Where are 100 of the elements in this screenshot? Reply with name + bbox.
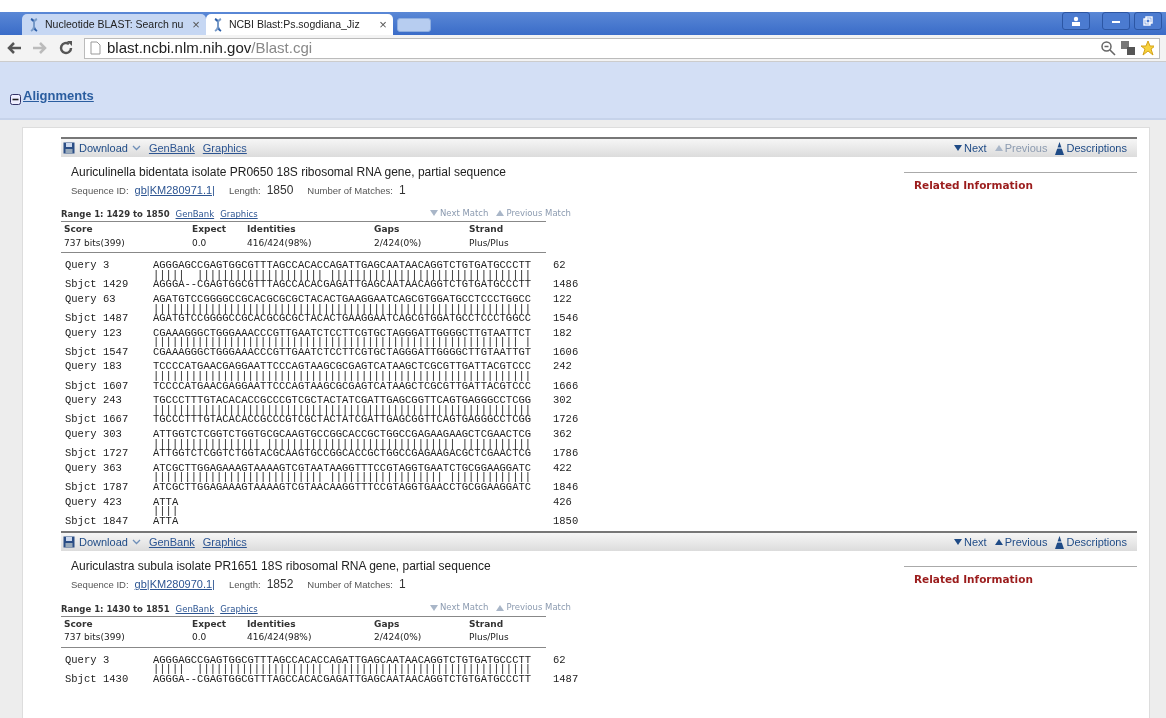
nav-link[interactable]: Previous [994, 534, 1048, 551]
caret-icon[interactable] [131, 145, 141, 151]
row-label: Query [65, 430, 98, 440]
sequence: TCCCCATGAACGAGGAATTCCCAGTAAGCGCGAGTCATAAGCTCGCGTTGATTACGTCCC [153, 381, 533, 392]
link[interactable]: Graphics [202, 139, 247, 157]
table-cell-text: 737 bits(399) [64, 236, 126, 250]
caret-icon[interactable] [131, 539, 141, 546]
position: 122 [553, 294, 572, 305]
translate-icon[interactable] [1120, 40, 1136, 56]
column-header: Identities [247, 617, 297, 631]
link[interactable]: GenBank [148, 139, 195, 157]
position: 123 [103, 328, 123, 339]
sequence: ATTGGTCTCGGTCTGGTACGCAAGTGCCGGCACCGCTGGCCGAGAAGACGCTCGAACTCG [153, 449, 533, 459]
label: Sequence ID: [71, 578, 129, 593]
browser-tab[interactable]: Nucleotide BLAST: Search nu × [22, 14, 206, 35]
new-tab-button[interactable] [396, 18, 431, 32]
nav-link: Next Match [430, 601, 489, 615]
download-menu[interactable]: Download [79, 534, 128, 551]
match-line: |||||||||||||||||||||||||||||||||||||||||||||||||||||||||||| [153, 372, 533, 382]
zoom-icon[interactable] [1100, 40, 1116, 56]
column-header: Strand [469, 617, 505, 631]
link[interactable]: GenBank [175, 602, 215, 616]
table-cell-text: 2/424(0%) [374, 236, 423, 250]
up-arrow-icon [1055, 141, 1065, 155]
link[interactable]: GenBank [175, 208, 215, 222]
row-label: Sbjct [65, 347, 98, 358]
position: 1487 [553, 674, 579, 685]
table-cell-text: 416/424(98%) [247, 631, 313, 644]
link[interactable]: Graphics [220, 602, 258, 616]
position: 1547 [103, 347, 130, 358]
descriptions-link[interactable]: Descriptions [1055, 534, 1127, 551]
label: Sequence ID: [71, 184, 129, 198]
back-icon[interactable] [6, 41, 22, 55]
url-text: blast.ncbi.nlm.nih.gov/Blast.cgi [107, 37, 313, 58]
row-label: Sbjct [65, 415, 98, 426]
position: 363 [103, 463, 123, 474]
row-label: Sbjct [65, 449, 98, 459]
collapse-icon[interactable] [10, 94, 21, 105]
position: 1726 [553, 415, 579, 426]
link[interactable]: Graphics [220, 208, 258, 222]
row-label: Sbjct [65, 314, 98, 324]
value: 1852 [266, 576, 294, 594]
column-header: Expect [192, 617, 228, 631]
position: 1607 [103, 381, 130, 392]
position: 302 [553, 396, 572, 406]
table-cell-text: 0.0 [192, 631, 208, 644]
download-menu[interactable]: Download [79, 139, 128, 157]
label: Length: [228, 578, 261, 593]
label: Number of Matches: [307, 578, 393, 593]
browser-tab[interactable]: NCBI Blast:Ps.sogdiana_Jiz × [205, 14, 393, 35]
sequence: TGCCCTTTGTACACACCGCCCGTCGCTACTATCGATTGAGCGGTTCAGTGAGGGCCTCGG [153, 396, 533, 406]
label: Length: [228, 184, 261, 198]
match-line: |||||||||||||||||||||||||||||||||||||||||||||||||||||||||| | [153, 338, 533, 348]
row-label: Query [65, 294, 98, 305]
row-label: Query [65, 396, 98, 406]
position: 63 [103, 294, 117, 305]
link[interactable]: GenBank [148, 534, 195, 551]
link[interactable]: Graphics [202, 534, 247, 551]
sequence: CGAAAGGGCTGGGAAACCCGTTGAATCTCCTTCGTGCTAGGGATTGGGGCTTGTAATTGT [153, 347, 533, 358]
nav-link[interactable]: Next [954, 139, 987, 157]
tab-title: NCBI Blast:Ps.sogdiana_Jiz [228, 16, 360, 32]
descriptions-link[interactable]: Descriptions [1055, 139, 1127, 157]
star-icon[interactable] [1140, 40, 1154, 56]
match-line: |||||||||||||||||||||||||||||||||||||||||||||||||||||||||||| [153, 405, 533, 416]
restore-button[interactable] [1134, 12, 1162, 30]
position: 1546 [553, 314, 579, 324]
sequence-id-link[interactable]: gb|KM280971.1| [134, 182, 215, 199]
sequence-id-link[interactable]: gb|KM280970.1| [134, 576, 215, 593]
address-bar[interactable]: blast.ncbi.nlm.nih.gov/Blast.cgi [84, 37, 1160, 59]
sequence: ATCGCTTGGAGAAAGTAAAAGTCGTAACAAGGTTTCCGTAGGTGAACCTGCGGAAGGATC [153, 483, 533, 493]
table-cell-text: Plus/Plus [469, 236, 510, 250]
reload-icon[interactable] [58, 40, 74, 56]
position: 183 [103, 362, 123, 373]
match-line: ||||||||||||||||||||||||||| |||||||||||||||||| ||||||||||||| [153, 473, 533, 483]
position: 362 [553, 430, 572, 440]
column-header: Gaps [374, 617, 401, 631]
value: 1850 [266, 182, 294, 199]
close-button[interactable]: × [375, 14, 387, 35]
page-icon [90, 41, 101, 55]
down-arrow-icon [430, 603, 438, 612]
up-arrow-icon [496, 209, 505, 218]
row-label: Sbjct [65, 674, 98, 685]
sequence: AGGGAGCCGAGTGGCGTTTAGCCACACCAGATTGAGCAATAACAGGTCTGTGATGCCCTT [153, 261, 533, 271]
profile-button[interactable] [1062, 12, 1090, 30]
position: 1787 [103, 483, 130, 493]
label: Number of Matches: [307, 184, 393, 198]
restore-icon [1143, 16, 1153, 26]
minimize-button[interactable] [1102, 12, 1130, 30]
sequence: AGGGA--CGAGTGGCGTTTAGCCACACGAGATTGAGCAATAACAGGTCTGTGATGCCCTT [153, 674, 533, 685]
match-line: |||||||||||||||||||||||||||||||||||||||||||||||||||||||||||| [153, 304, 533, 315]
position: 182 [553, 328, 572, 339]
sequence: AGGGA--CGAGTGGCGTTTAGCCACACGAGATTGAGCAATAACAGGTCTGTGATGCCCTT [153, 280, 533, 290]
row-label: Query [65, 497, 98, 508]
position: 62 [553, 261, 566, 271]
section-link[interactable]: Alignments [23, 85, 94, 105]
close-button[interactable]: × [188, 14, 200, 35]
nav-link[interactable]: Next [954, 534, 987, 551]
column-header: Expect [192, 223, 228, 237]
row-label: Query [65, 463, 98, 474]
related-information-heading: Related Information [904, 172, 1137, 194]
